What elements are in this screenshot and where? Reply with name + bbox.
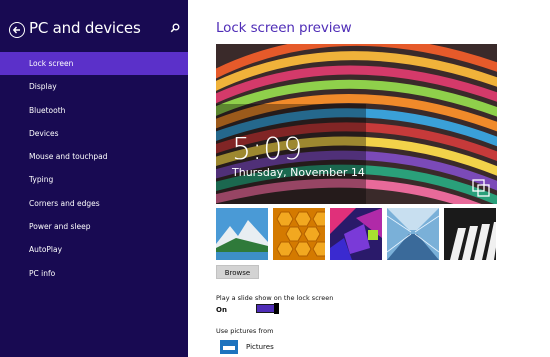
browse-button[interactable]: Browse xyxy=(216,265,259,279)
sidebar-item-corners-and-edges[interactable]: Corners and edges xyxy=(0,192,188,215)
back-arrow-icon[interactable] xyxy=(9,22,25,38)
slideshow-label: Play a slide show on the lock screen xyxy=(216,294,334,302)
sidebar-nav: Lock screen Display Bluetooth Devices Mo… xyxy=(0,52,188,285)
sidebar-item-pc-info[interactable]: PC info xyxy=(0,262,188,285)
thumbnail-mountain-lake[interactable] xyxy=(216,208,268,260)
preview-date: Thursday, November 14 xyxy=(232,166,365,179)
sidebar-item-bluetooth[interactable]: Bluetooth xyxy=(0,99,188,122)
sidebar-item-devices[interactable]: Devices xyxy=(0,122,188,145)
sidebar-item-autoplay[interactable]: AutoPlay xyxy=(0,238,188,261)
preview-time: 5:09 xyxy=(232,132,304,167)
preview-background-image xyxy=(216,44,497,204)
dual-screen-icon xyxy=(472,179,490,197)
sidebar: PC and devices Lock screen Display Bluet… xyxy=(0,0,188,357)
thumbnail-piano-keys[interactable] xyxy=(444,208,496,260)
sidebar-item-lock-screen[interactable]: Lock screen xyxy=(0,52,188,76)
pictures-folder-icon xyxy=(220,340,238,354)
pictures-source-button[interactable]: Pictures xyxy=(220,339,274,355)
lock-screen-preview: 5:09 Thursday, November 14 xyxy=(216,44,497,204)
pictures-source-label: Pictures xyxy=(246,343,274,351)
search-icon[interactable] xyxy=(170,23,180,33)
slideshow-toggle[interactable] xyxy=(256,303,279,314)
sidebar-title: PC and devices xyxy=(29,19,141,37)
main-content: Lock screen preview 5:09 Thursday, Novem… xyxy=(216,0,550,357)
sidebar-item-mouse-and-touchpad[interactable]: Mouse and touchpad xyxy=(0,145,188,168)
sidebar-item-power-and-sleep[interactable]: Power and sleep xyxy=(0,215,188,238)
thumbnail-geometric[interactable] xyxy=(330,208,382,260)
thumbnail-honeycomb[interactable] xyxy=(273,208,325,260)
thumbnail-train-tunnel[interactable] xyxy=(387,208,439,260)
toggle-thumb[interactable] xyxy=(274,303,279,314)
sidebar-item-display[interactable]: Display xyxy=(0,75,188,98)
use-pictures-from-label: Use pictures from xyxy=(216,327,274,335)
section-title: Lock screen preview xyxy=(216,20,352,36)
slideshow-toggle-state: On xyxy=(216,306,227,314)
sidebar-item-typing[interactable]: Typing xyxy=(0,168,188,191)
